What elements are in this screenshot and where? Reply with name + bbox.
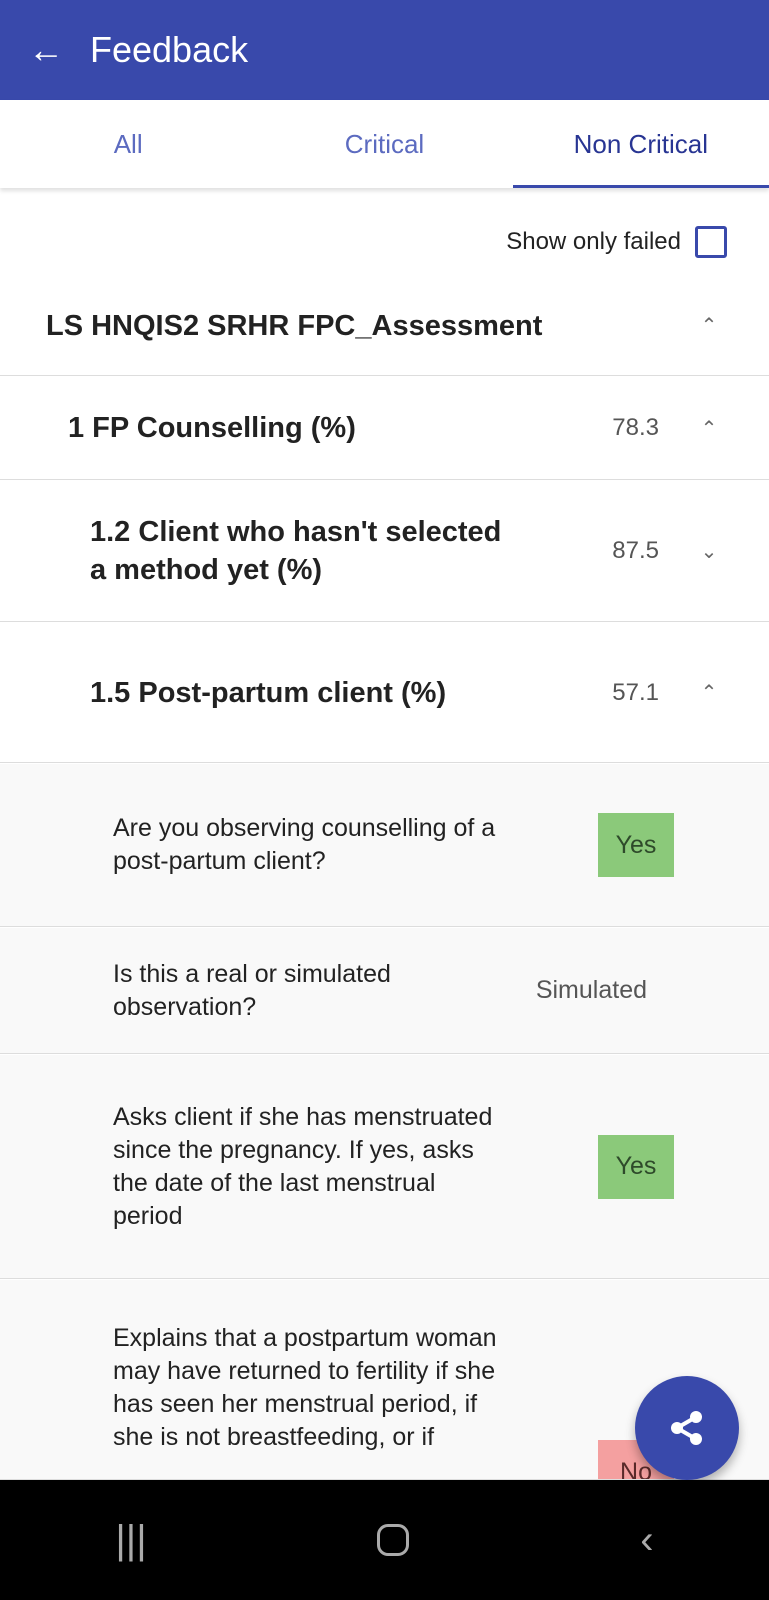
question-row: Asks client if she has menstruated since…	[0, 1055, 769, 1279]
page-title: Feedback	[90, 29, 249, 70]
answer-value: Simulated	[535, 976, 647, 1004]
system-nav-bar: ||| ‹	[0, 1480, 769, 1600]
chevron-up-icon[interactable]: ⌃	[699, 313, 719, 338]
assessment-header[interactable]: LS HNQIS2 SRHR FPC_Assessment ⌃	[0, 276, 769, 376]
show-only-failed-checkbox[interactable]	[695, 226, 727, 258]
section-label: 1.5 Post-partum client (%)	[90, 676, 447, 709]
chevron-up-icon[interactable]: ⌃	[699, 680, 719, 705]
section-score: 78.3	[612, 414, 659, 441]
section-row[interactable]: 1 FP Counselling (%) 78.3 ⌃	[0, 377, 769, 480]
share-icon	[671, 1411, 702, 1445]
question-row: Is this a real or simulated observation?…	[0, 928, 769, 1054]
answer-badge: Yes	[598, 1134, 674, 1199]
section-label: 1.2 Client who hasn't selected a method …	[90, 516, 502, 586]
recent-apps-icon[interactable]: |||	[115, 1518, 146, 1563]
app-bar: ← Feedback	[0, 0, 769, 100]
question-row: Are you observing counselling of a post-…	[0, 764, 769, 927]
tab-bar: All Critical Non Critical	[0, 100, 769, 188]
back-arrow-icon[interactable]: ←	[28, 32, 68, 68]
home-icon[interactable]	[377, 1524, 410, 1556]
section-row[interactable]: 1.2 Client who hasn't selected a method …	[0, 481, 769, 622]
section-row[interactable]: 1.5 Post-partum client (%) 57.1 ⌃	[0, 623, 769, 763]
question-text: Are you observing counselling of a post-…	[113, 814, 496, 875]
assessment-title: LS HNQIS2 SRHR FPC_Assessment	[46, 309, 543, 342]
tab-non-critical[interactable]: Non Critical	[512, 100, 769, 188]
section-score: 57.1	[612, 678, 659, 706]
question-text: Asks client if she has menstruated since…	[113, 1102, 493, 1230]
show-only-failed-label: Show only failed	[506, 228, 681, 255]
show-only-failed-filter[interactable]: Show only failed	[506, 226, 727, 258]
tab-all[interactable]: All	[0, 100, 256, 188]
question-text: Explains that a postpartum woman may hav…	[113, 1324, 497, 1451]
chevron-down-icon[interactable]: ⌄	[699, 539, 719, 564]
tab-critical[interactable]: Critical	[256, 100, 512, 188]
question-text: Is this a real or simulated observation?	[113, 959, 391, 1021]
share-button[interactable]	[635, 1376, 739, 1480]
nav-back-icon[interactable]: ‹	[640, 1518, 653, 1563]
section-score: 87.5	[612, 537, 659, 564]
chevron-up-icon[interactable]: ⌃	[699, 416, 719, 441]
answer-badge: Yes	[598, 813, 674, 877]
section-label: 1 FP Counselling (%)	[68, 412, 356, 444]
